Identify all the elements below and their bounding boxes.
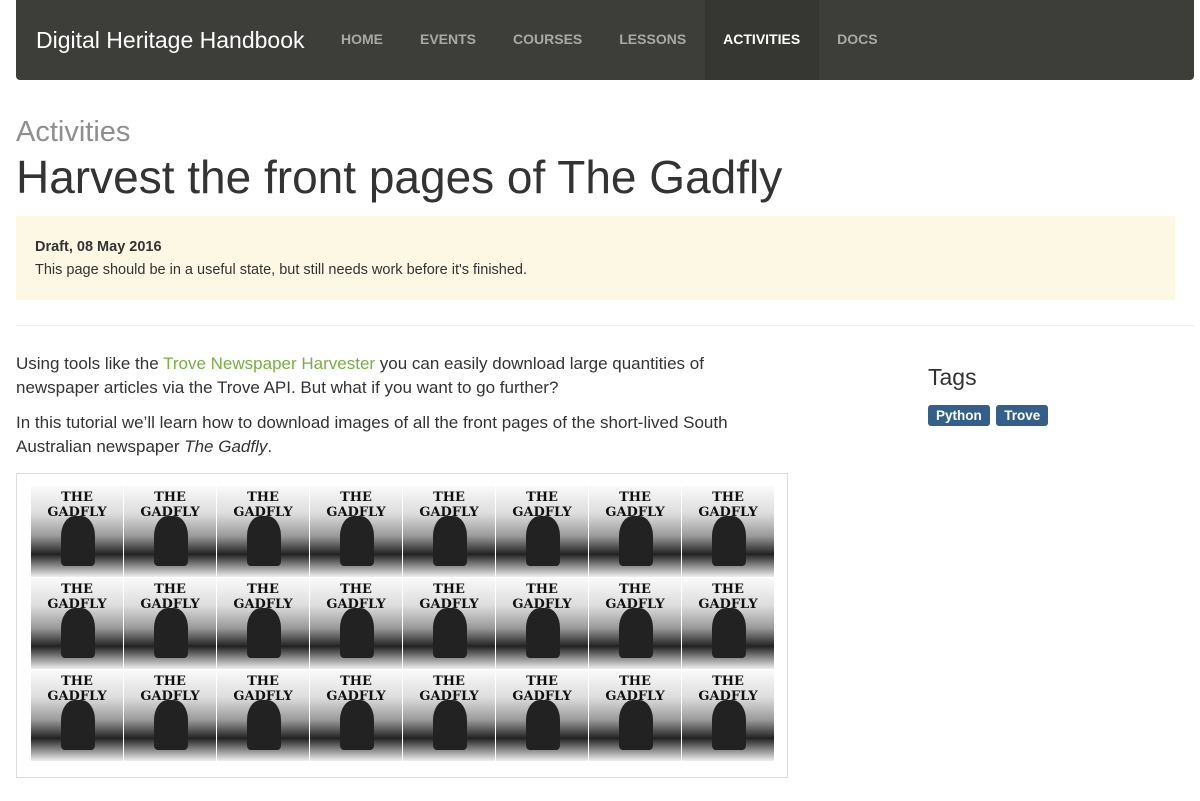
front-page-thumbnail: THE GADFLY <box>310 670 403 762</box>
front-page-thumbnail: THE GADFLY <box>496 578 589 670</box>
portrait <box>61 516 95 566</box>
text: In this tutorial we’ll learn how to down… <box>16 413 728 456</box>
nav-docs[interactable]: DOCS <box>819 0 896 80</box>
portrait <box>619 700 653 750</box>
nav-activities[interactable]: ACTIVITIES <box>704 0 819 80</box>
portrait <box>526 516 560 566</box>
front-page-thumbnail: THE GADFLY <box>217 670 310 762</box>
front-page-thumbnail: THE GADFLY <box>589 486 682 578</box>
tags-heading: Tags <box>928 364 977 390</box>
newspaper-name: The Gadfly <box>184 437 268 456</box>
portrait <box>433 516 467 566</box>
front-page-thumbnail: THE GADFLY <box>124 578 217 670</box>
portrait <box>61 700 95 750</box>
divider <box>16 325 1194 326</box>
portrait <box>61 608 95 658</box>
front-page-thumbnail: THE GADFLY <box>496 486 589 578</box>
front-page-thumbnail: THE GADFLY <box>217 578 310 670</box>
front-page-thumbnail: THE GADFLY <box>403 670 496 762</box>
tutorial-paragraph: In this tutorial we’ll learn how to down… <box>16 411 776 459</box>
brand-link[interactable]: Digital Heritage Handbook <box>36 27 305 54</box>
front-page-thumbnail: THE GADFLY <box>310 578 403 670</box>
nav-lessons[interactable]: LESSONS <box>601 0 705 80</box>
portrait <box>712 700 746 750</box>
text: Using tools like the <box>16 354 164 373</box>
navbar: Digital Heritage Handbook HOME EVENTS CO… <box>16 0 1194 80</box>
section-label: Activities <box>16 116 131 148</box>
portrait <box>712 516 746 566</box>
front-page-thumbnail: THE GADFLY <box>496 670 589 762</box>
front-page-thumbnail: THE GADFLY <box>124 670 217 762</box>
page-title: Harvest the front pages of The Gadfly <box>16 151 783 203</box>
portrait <box>154 700 188 750</box>
nav-events[interactable]: EVENTS <box>402 0 495 80</box>
portrait <box>247 700 281 750</box>
front-page-thumbnail: THE GADFLY <box>310 486 403 578</box>
front-page-thumbnail: THE GADFLY <box>682 670 775 762</box>
portrait <box>340 700 374 750</box>
nav-courses[interactable]: COURSES <box>495 0 601 80</box>
draft-status: Draft, 08 May 2016 <box>35 239 162 255</box>
front-page-thumbnail: THE GADFLY <box>682 486 775 578</box>
portrait <box>712 608 746 658</box>
portrait <box>526 608 560 658</box>
portrait <box>619 608 653 658</box>
draft-notice: Draft, 08 May 2016 This page should be i… <box>16 216 1175 300</box>
nav-home[interactable]: HOME <box>323 0 402 80</box>
front-page-thumbnail: THE GADFLY <box>589 578 682 670</box>
front-page-thumbnail: THE GADFLY <box>589 670 682 762</box>
intro-paragraph: Using tools like the Trove Newspaper Har… <box>16 352 776 400</box>
portrait <box>247 516 281 566</box>
collage-grid: THE GADFLY THE GADFLY THE GADFLY THE GADFLY… <box>31 486 775 762</box>
front-page-thumbnail: THE GADFLY <box>31 578 124 670</box>
draft-message: This page should be in a useful state, b… <box>35 262 528 278</box>
portrait <box>247 608 281 658</box>
portrait <box>619 516 653 566</box>
front-page-thumbnail: THE GADFLY <box>682 578 775 670</box>
front-page-thumbnail: THE GADFLY <box>403 486 496 578</box>
portrait <box>340 516 374 566</box>
portrait <box>433 608 467 658</box>
portrait <box>526 700 560 750</box>
front-page-thumbnail: THE GADFLY <box>403 578 496 670</box>
front-page-thumbnail: THE GADFLY <box>217 486 310 578</box>
portrait <box>154 516 188 566</box>
front-page-thumbnail: THE GADFLY <box>31 486 124 578</box>
tags-panel: Tags Python Trove <box>928 364 1050 426</box>
front-page-thumbnail: THE GADFLY <box>31 670 124 762</box>
text: . <box>267 437 273 456</box>
trove-harvester-link[interactable]: Trove Newspaper Harvester <box>163 354 375 373</box>
portrait <box>433 700 467 750</box>
front-page-thumbnail: THE GADFLY <box>124 486 217 578</box>
tag-trove[interactable]: Trove <box>996 405 1049 426</box>
front-pages-collage: THE GADFLY THE GADFLY THE GADFLY THE GADFLY… <box>16 473 788 778</box>
portrait <box>154 608 188 658</box>
article-body: Using tools like the Trove Newspaper Har… <box>16 352 776 470</box>
portrait <box>340 608 374 658</box>
tag-python[interactable]: Python <box>928 405 990 426</box>
